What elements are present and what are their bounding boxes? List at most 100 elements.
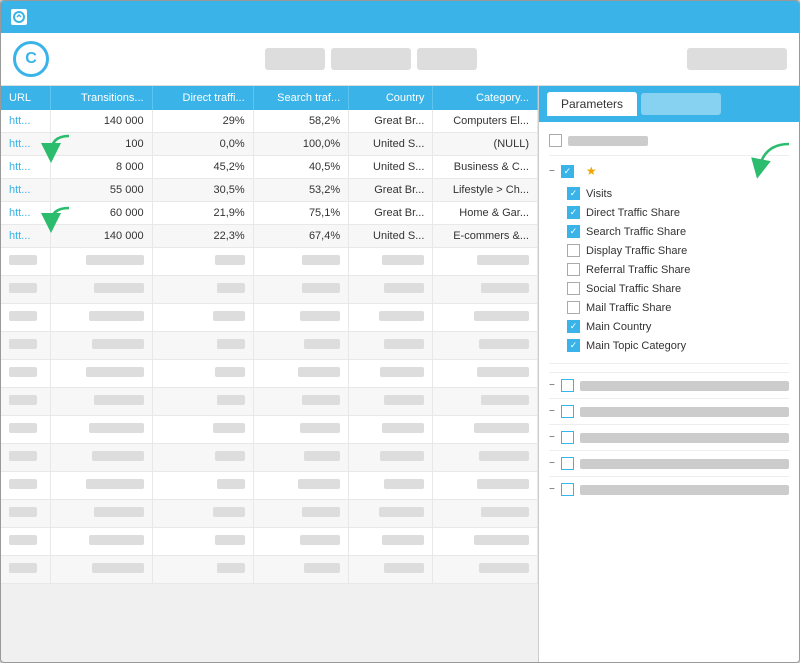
top-checkbox[interactable] [549, 134, 562, 147]
cell-2-1: 8 000 [51, 156, 152, 179]
param-item[interactable]: Social Traffic Share [549, 279, 789, 298]
expandable-ph-line [580, 407, 789, 417]
table-cell-ph [152, 472, 253, 500]
table-row-placeholder [1, 360, 538, 388]
param-checkbox[interactable]: ✓ [567, 187, 580, 200]
expandable-checkbox[interactable] [561, 379, 574, 392]
expand-minus-icon[interactable]: − [549, 406, 555, 417]
expandable-section-row[interactable]: − [549, 372, 789, 398]
col-direct[interactable]: Direct traffi... [152, 86, 253, 110]
table-cell-ph [253, 416, 348, 444]
table-cell-ph [253, 500, 348, 528]
param-label: Direct Traffic Share [586, 207, 680, 219]
table-cell-ph [51, 388, 152, 416]
table-row-placeholder [1, 304, 538, 332]
table-row[interactable]: htt...60 00021,9%75,1%Great Br...Home & … [1, 202, 538, 225]
param-item[interactable]: Referral Traffic Share [549, 260, 789, 279]
expandable-rows: − − − − − [549, 372, 789, 502]
expand-minus-icon[interactable]: − [549, 432, 555, 443]
cell-2-3: 40,5% [253, 156, 348, 179]
col-url[interactable]: URL [1, 86, 51, 110]
cell-0-4: Great Br... [349, 110, 433, 133]
param-item[interactable]: ✓ Direct Traffic Share [549, 203, 789, 222]
table-cell-ph [253, 332, 348, 360]
cell-5-0: htt... [1, 225, 51, 248]
param-item[interactable]: Display Traffic Share [549, 241, 789, 260]
table-cell-ph [253, 360, 348, 388]
expandable-checkbox[interactable] [561, 457, 574, 470]
col-search[interactable]: Search traf... [253, 86, 348, 110]
expandable-checkbox[interactable] [561, 405, 574, 418]
expand-minus-icon[interactable]: − [549, 380, 555, 391]
table-row[interactable]: htt...140 00029%58,2%Great Br...Computer… [1, 110, 538, 133]
table-cell-ph [1, 332, 51, 360]
param-items-list: ✓Visits✓Direct Traffic Share✓Search Traf… [549, 184, 789, 355]
table-cell-ph [1, 388, 51, 416]
cell-5-1: 140 000 [51, 225, 152, 248]
table-cell-ph [1, 500, 51, 528]
param-checkbox[interactable]: ✓ [567, 225, 580, 238]
table-row[interactable]: htt...55 00030,5%53,2%Great Br...Lifesty… [1, 179, 538, 202]
param-item[interactable]: Mail Traffic Share [549, 298, 789, 317]
expandable-section-row[interactable]: − [549, 450, 789, 476]
logo-area: C [13, 41, 55, 77]
table-cell-ph [51, 416, 152, 444]
expand-icon[interactable]: − [549, 166, 555, 177]
param-checkbox[interactable] [567, 301, 580, 314]
param-checkbox[interactable] [567, 263, 580, 276]
expandable-section-row[interactable]: − [549, 476, 789, 502]
expandable-section-row[interactable]: − [549, 424, 789, 450]
expand-minus-icon[interactable]: − [549, 484, 555, 495]
cell-1-5: (NULL) [433, 133, 538, 156]
table-row[interactable]: htt...8 00045,2%40,5%United S...Business… [1, 156, 538, 179]
param-checkbox[interactable]: ✓ [567, 206, 580, 219]
table-cell-ph [253, 528, 348, 556]
expandable-checkbox[interactable] [561, 483, 574, 496]
param-item[interactable]: ✓Visits [549, 184, 789, 203]
param-item[interactable]: ✓Main Country [549, 317, 789, 336]
param-label: Display Traffic Share [586, 245, 687, 257]
tab-parameters[interactable]: Parameters [547, 92, 637, 116]
tab-placeholder[interactable] [641, 93, 721, 115]
header-controls [265, 48, 477, 70]
table-cell-ph [253, 248, 348, 276]
table-row-placeholder [1, 444, 538, 472]
table-cell-ph [433, 332, 538, 360]
param-checkbox[interactable] [567, 282, 580, 295]
table-cell-ph [253, 556, 348, 584]
col-transitions[interactable]: Transitions... [51, 86, 152, 110]
table-cell-ph [152, 388, 253, 416]
expand-minus-icon[interactable]: − [549, 458, 555, 469]
header-ph-2[interactable] [331, 48, 411, 70]
expandable-checkbox[interactable] [561, 431, 574, 444]
table-cell-ph [433, 388, 538, 416]
param-checkbox[interactable]: ✓ [567, 339, 580, 352]
param-item[interactable]: ✓Search Traffic Share [549, 222, 789, 241]
table-row[interactable]: htt...140 00022,3%67,4%United S...E-comm… [1, 225, 538, 248]
table-cell-ph [1, 248, 51, 276]
param-checkbox[interactable]: ✓ [567, 320, 580, 333]
header-ph-1[interactable] [265, 48, 325, 70]
cell-1-3: 100,0% [253, 133, 348, 156]
table-cell-ph [1, 360, 51, 388]
table-cell-ph [1, 444, 51, 472]
param-checkbox[interactable] [567, 244, 580, 257]
header-search[interactable] [687, 48, 787, 70]
table-cell-ph [253, 444, 348, 472]
table-row-placeholder [1, 416, 538, 444]
param-label: Social Traffic Share [586, 283, 681, 295]
param-item[interactable]: ✓Main Topic Category [549, 336, 789, 355]
table-cell-ph [1, 556, 51, 584]
expandable-section-row[interactable]: − [549, 398, 789, 424]
table-row[interactable]: htt...1000,0%100,0%United S...(NULL) [1, 133, 538, 156]
table-cell-ph [433, 556, 538, 584]
cell-5-5: E-commers &... [433, 225, 538, 248]
cell-3-5: Lifestyle > Ch... [433, 179, 538, 202]
table-cell-ph [51, 248, 152, 276]
cell-5-3: 67,4% [253, 225, 348, 248]
col-category[interactable]: Category... [433, 86, 538, 110]
header-ph-3[interactable] [417, 48, 477, 70]
website-traffic-checkbox[interactable]: ✓ [561, 165, 574, 178]
table-cell-ph [433, 276, 538, 304]
col-country[interactable]: Country [349, 86, 433, 110]
